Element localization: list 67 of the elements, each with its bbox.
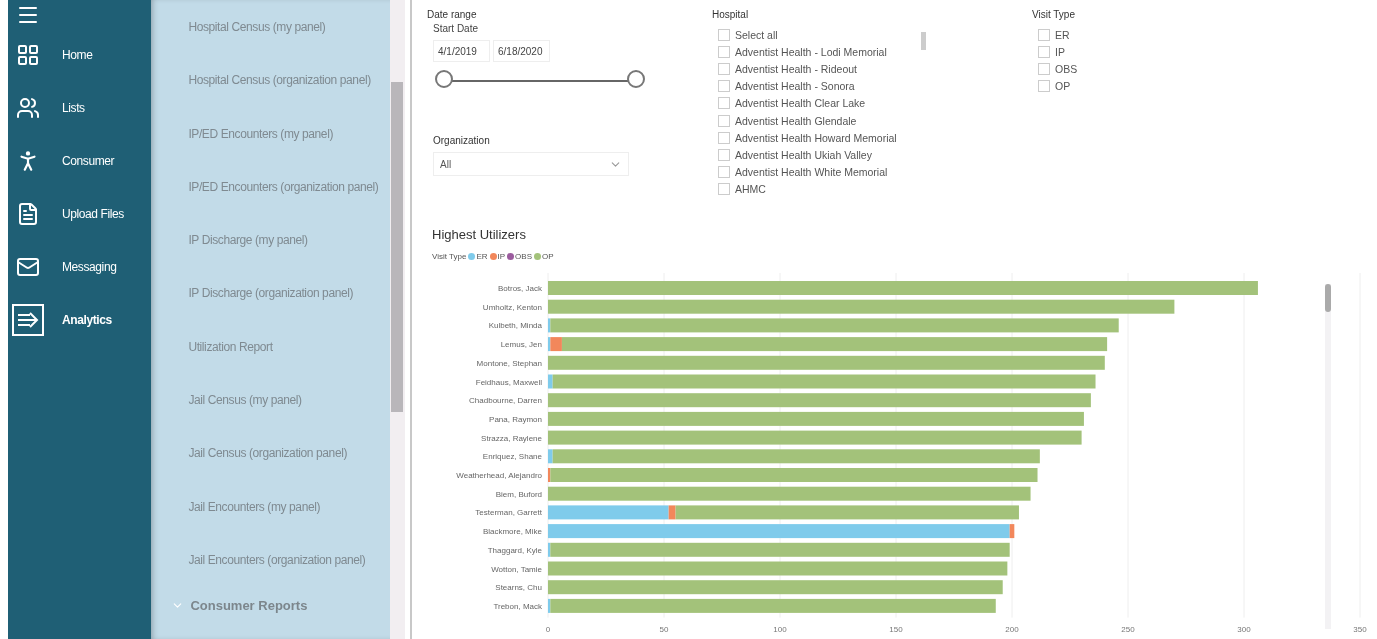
- category-label: Testerman, Garrett: [475, 508, 542, 518]
- axis-tick-label: 0: [545, 624, 551, 634]
- filter-label: Date range: [427, 9, 478, 20]
- category-label: Botros, Jack: [498, 284, 542, 293]
- grid-icon: [16, 42, 40, 67]
- filter-label: Hospital: [712, 9, 750, 20]
- category-label: Strazza, Raylene: [481, 433, 542, 443]
- checkbox-option[interactable]: Select all: [718, 26, 897, 44]
- category-label: Stearns, Chu: [495, 583, 542, 593]
- nav-item[interactable]: Consumer: [8, 134, 152, 187]
- arrow-right-icon: [17, 310, 39, 329]
- category-label: Kulbeth, Minda: [488, 321, 542, 331]
- legend-label: OBS: [515, 252, 532, 261]
- checkbox-option[interactable]: OBS: [1038, 60, 1152, 78]
- axis-tick-label: 200: [1005, 624, 1019, 634]
- category-label: Trebon, Mack: [493, 601, 542, 611]
- category-label: Chadbourne, Darren: [469, 396, 542, 406]
- category-label: Feidhaus, Maxwell: [475, 377, 542, 387]
- axis-tick-label: 100: [773, 624, 787, 634]
- scrollbar[interactable]: [390, 0, 405, 639]
- category-label: Pana, Raymon: [489, 414, 542, 424]
- scrollbar[interactable]: [920, 32, 926, 50]
- nav-item[interactable]: Analytics: [8, 293, 152, 346]
- legend-label: IP: [497, 252, 506, 261]
- scrollbar[interactable]: [1325, 284, 1331, 629]
- axis-tick-label: 350: [1353, 624, 1367, 634]
- checkbox-option[interactable]: Adventist Health Ukiah Valley: [718, 146, 897, 164]
- checkbox-option[interactable]: Adventist Health Howard Memorial: [718, 129, 897, 147]
- axis-tick-label: 150: [889, 624, 903, 634]
- checkbox-option[interactable]: AHMC: [718, 180, 897, 198]
- organization-dropdown[interactable]: All: [433, 152, 629, 176]
- axis-tick-label: 300: [1237, 624, 1251, 634]
- category-label: Umholtz, Kenton: [482, 302, 542, 312]
- checkbox-option[interactable]: ER: [1038, 26, 1152, 44]
- category-label: Biem, Buford: [495, 489, 542, 499]
- nav-item[interactable]: Upload Files: [8, 187, 152, 240]
- filter-label: Organization: [433, 135, 491, 146]
- checkbox-option[interactable]: Adventist Health White Memorial: [718, 163, 897, 181]
- checkbox-option[interactable]: IP: [1038, 43, 1152, 61]
- category-label: Lemus, Jen: [500, 340, 542, 350]
- people-icon: [16, 95, 40, 120]
- legend-label: ER: [476, 252, 488, 261]
- axis-tick-label: 250: [1121, 624, 1135, 634]
- checkbox-option[interactable]: Adventist Health Glendale: [718, 111, 897, 130]
- checkbox-option[interactable]: Adventist Health - Lodi Memorial: [718, 43, 897, 61]
- date-field[interactable]: 6/18/2020: [493, 40, 550, 62]
- date-field[interactable]: 4/1/2019: [433, 40, 490, 62]
- category-label: Blackmore, Mike: [482, 527, 542, 537]
- axis-tick-label: 50: [659, 624, 669, 634]
- checkbox-option[interactable]: OP: [1038, 77, 1152, 95]
- chart-title: Highest Utilizers: [432, 227, 527, 242]
- file-icon: [16, 201, 40, 226]
- checkbox-option[interactable]: Adventist Health - Sonora: [718, 77, 897, 95]
- legend-title: Visit Type: [432, 252, 467, 261]
- nav-item[interactable]: Messaging: [8, 240, 152, 293]
- category-label: Thaggard, Kyle: [487, 545, 542, 555]
- legend-label: OP: [542, 252, 554, 261]
- filter-label: Visit Type: [1032, 9, 1076, 20]
- category-label: Enriquez, Shane: [482, 452, 542, 462]
- filter-sublabel: Start Date: [433, 23, 480, 34]
- nav-item[interactable]: Home: [8, 28, 152, 81]
- nav-item[interactable]: Lists: [8, 81, 152, 134]
- checkbox-option[interactable]: Adventist Health Clear Lake: [718, 94, 897, 112]
- category-label: Weatherhead, Alejandro: [456, 471, 542, 480]
- category-label: Montone, Stephan: [476, 358, 542, 368]
- checkbox-option[interactable]: Adventist Health - Rideout: [718, 60, 897, 78]
- category-label: Wotton, Tamie: [491, 564, 542, 574]
